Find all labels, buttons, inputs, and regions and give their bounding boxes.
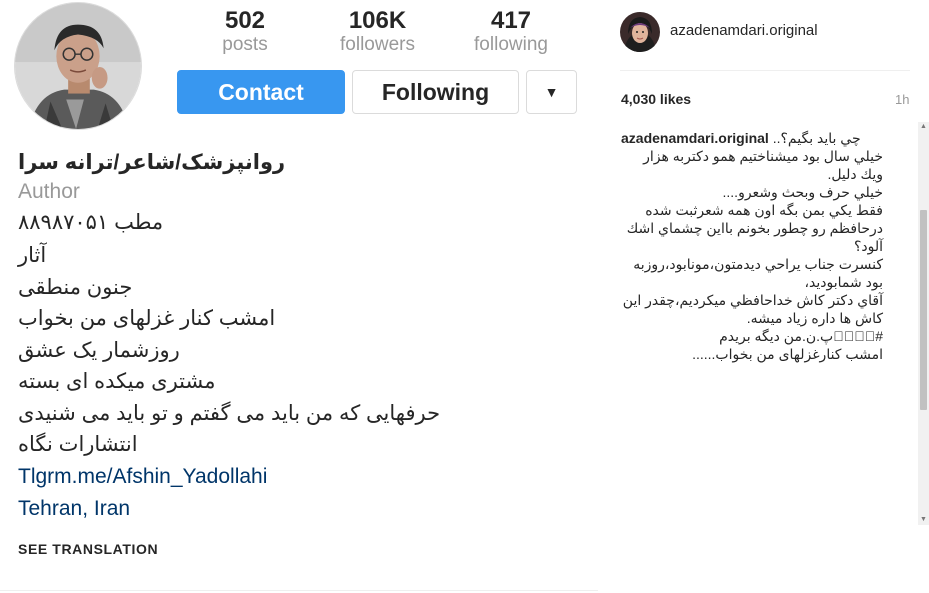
post-author-avatar-image	[620, 12, 660, 52]
bio-line: حرفهایی که من باید می گفتم و تو باید می …	[18, 402, 441, 425]
bio-location-link[interactable]: Tehran, Iran	[18, 496, 130, 522]
profile-name: روانپزشک/شاعر/ترانه سرا	[18, 151, 286, 174]
post-author-avatar[interactable]	[620, 12, 660, 52]
bio-line: روزشمار یک عشق	[18, 339, 180, 362]
caption-line: خيلي سال بود ميشناختيم همو دكتربه هزار	[643, 148, 883, 164]
caption-scrollbar[interactable]: ▲ ▼	[918, 122, 929, 525]
profile-avatar-image	[15, 3, 141, 129]
scroll-down-arrow-icon[interactable]: ▼	[918, 515, 929, 525]
post-author-username[interactable]: azadenamdari.original	[670, 22, 818, 39]
bio-line: جنون منطقی	[18, 276, 133, 299]
stat-posts: 502 posts	[205, 8, 285, 56]
following-label: following	[474, 34, 548, 55]
caption-line: #🏻🏻🏻🏻پ.ن.من ديگه بريدم	[719, 328, 883, 344]
stat-followers[interactable]: 106K followers	[330, 8, 425, 56]
bio-line: آثار	[18, 244, 47, 267]
more-options-button[interactable]: ▼	[526, 70, 577, 114]
post-timestamp[interactable]: 1h	[895, 92, 909, 107]
post-caption: azadenamdari.original چي بايد بگيم؟.. خي…	[621, 129, 913, 519]
bio-line: مشتری میکده ای بسته	[18, 370, 216, 393]
caption-username[interactable]: azadenamdari.original	[621, 130, 769, 146]
posts-label: posts	[222, 34, 268, 55]
caption-line: كاش ها داره زياد ميشه.	[746, 310, 883, 326]
followers-label: followers	[340, 34, 415, 55]
scroll-up-arrow-icon[interactable]: ▲	[918, 122, 929, 132]
bio-line: مطب ۸۸۹۸۷۰۵۱	[18, 211, 164, 234]
caption-line: آقاي دكتر كاش خداحافظي ميكرديم،چقدر اين	[622, 292, 883, 308]
caption-first-line: azadenamdari.original چي بايد بگيم؟..	[621, 129, 883, 147]
caption-line: خيلي حرف وبحث وشعرو....	[722, 184, 883, 200]
contact-button[interactable]: Contact	[177, 70, 345, 114]
bio-line: امشب کنار غزلهای من بخواب	[18, 307, 276, 330]
following-count: 417	[490, 7, 532, 34]
profile-category: Author	[18, 180, 80, 203]
post-header-divider	[620, 70, 910, 71]
likes-count[interactable]: 4,030 likes	[621, 91, 691, 107]
bio-line: انتشارات نگاه	[18, 433, 138, 456]
see-translation-button[interactable]: SEE TRANSLATION	[18, 541, 158, 557]
caption-line: فقط يكي بمن بگه اون همه شعرثبت شده	[645, 202, 883, 218]
caption-line: درحافظم رو چطور بخونم بااين چشماي اشك	[626, 220, 883, 236]
following-button[interactable]: Following	[352, 70, 519, 114]
posts-count: 502	[224, 7, 266, 34]
caption-line: ويك دليل.	[827, 166, 883, 182]
caption-line: بود شمابوديد،	[804, 274, 883, 290]
bio-external-link[interactable]: Tlgrm.me/Afshin_Yadollahi	[18, 464, 267, 490]
followers-count: 106K	[348, 7, 407, 34]
caption-line: آلود؟	[853, 238, 883, 254]
caret-down-icon: ▼	[544, 84, 559, 100]
section-divider	[0, 590, 598, 591]
profile-avatar[interactable]	[14, 2, 142, 130]
caption-text: چي بايد بگيم؟..	[772, 130, 861, 146]
scrollbar-thumb[interactable]	[920, 210, 927, 410]
caption-line: كنسرت جناب يراحي ديدمتون،مونابود،روزبه	[633, 256, 883, 272]
stat-following[interactable]: 417 following	[465, 8, 557, 56]
caption-line: امشب كنارغزلهاى من بخواب......	[692, 346, 883, 362]
